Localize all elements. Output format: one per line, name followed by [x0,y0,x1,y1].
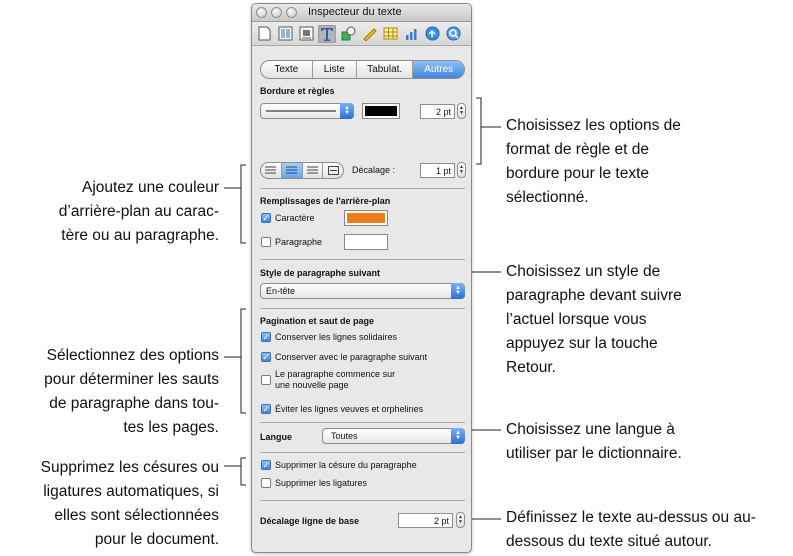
bracket-border [476,97,482,165]
link-icon[interactable] [423,25,441,43]
background-heading: Remplissages de l'arrière-plan [260,196,391,206]
border-width-stepper[interactable]: ▲ ▼ [457,103,466,119]
popup-arrows-icon: ▲ ▼ [340,103,354,119]
pagination-heading: Pagination et saut de page [260,316,375,326]
popup-arrows-icon: ▲ ▼ [451,428,465,444]
divider [260,452,465,453]
baseline-stepper[interactable]: ▲ ▼ [456,512,465,528]
divider [260,188,465,189]
widow-orphan-checkbox[interactable]: ✓ [261,404,271,414]
rule-middle-button[interactable] [281,163,303,178]
graphic-icon[interactable] [339,25,357,43]
line-style-popup[interactable]: ▲ ▼ [260,103,354,119]
inspector-tabs: Texte Liste Tabulat. Autres [260,60,465,79]
callout-hyphenation: Supprimez les césures ou ligatures autom… [40,459,219,548]
tab-tabulat[interactable]: Tabulat. [357,61,414,78]
paragraph-label: Paragraphe [275,237,323,247]
border-color-well[interactable] [362,103,400,119]
tab-autres[interactable]: Autres [413,61,464,78]
callout-next-style: Choisissez un style de paragraphe devant… [506,263,682,376]
text-icon[interactable] [318,24,336,43]
quicktime-icon[interactable] [444,25,462,43]
tab-texte[interactable]: Texte [261,61,313,78]
layout-icon[interactable] [276,25,294,43]
keep-lines-together-label: Conserver les lignes solidaires [275,332,398,342]
paragraph-checkbox[interactable] [261,237,271,247]
divider [260,308,465,309]
baseline-field[interactable]: 2 pt [398,513,453,528]
offset-stepper[interactable]: ▲ ▼ [457,162,466,178]
keep-with-next-checkbox[interactable]: ✓ [261,352,271,362]
callout-background: Ajoutez une couleur d’arrière-plan au ca… [58,179,219,244]
keep-with-next-label: Conserver avec le paragraphe suivant [275,352,428,362]
border-heading: Bordure et règles [260,86,335,96]
rule-position-buttons [260,162,344,179]
callout-pagination: Sélectionnez des options pour déterminer… [44,347,219,436]
tab-liste[interactable]: Liste [313,61,357,78]
paragraph-color-well[interactable] [344,234,388,250]
suppress-hyphenation-checkbox[interactable]: ✓ [261,460,271,470]
document-icon[interactable] [255,25,273,43]
offset-label: Décalage : [352,165,396,175]
suppress-hyphenation-label: Supprimer la césure du paragraphe [275,460,417,470]
page-break-before-label-line1: Le paragraphe commence sur [275,369,396,379]
rule-top-button[interactable] [261,163,282,178]
popup-arrows-icon: ▲ ▼ [451,283,465,299]
bracket-pagination [240,308,246,414]
baseline-label: Décalage ligne de base [260,516,360,526]
callout-baseline: Définissez le texte au-dessus ou au- des… [506,509,756,550]
close-window-button[interactable] [256,7,267,18]
divider [260,259,465,260]
rule-box-button[interactable] [323,163,343,178]
wrap-icon[interactable] [297,25,315,43]
title-bar: Inspecteur du texte [252,4,471,22]
character-color-well[interactable] [344,210,388,226]
window-title: Inspecteur du texte [308,6,402,18]
zoom-window-button[interactable] [286,7,297,18]
text-inspector-window: Inspecteur du texte Texte Liste Tabulat.… [251,3,472,553]
bracket-hyphenation [240,457,246,486]
line-style-preview [266,110,336,112]
next-style-heading: Style de paragraphe suivant [260,268,381,278]
bracket-background [240,164,246,244]
border-width-field[interactable]: 2 pt [420,104,455,119]
character-checkbox[interactable]: ✓ [261,213,271,223]
table-icon[interactable] [381,25,399,43]
divider [260,500,465,501]
callout-language: Choisissez une langue à utiliser par le … [506,421,682,462]
language-value: Toutes [331,431,358,441]
next-style-popup[interactable]: En-tête ▲ ▼ [260,283,465,299]
metrics-icon[interactable] [360,25,378,43]
inspector-toolbar [252,22,471,46]
next-style-value: En-tête [266,286,296,296]
chart-icon[interactable] [402,25,420,43]
paragraph-color-swatch [347,237,385,247]
widow-orphan-label: Éviter les lignes veuves et orphelines [275,404,424,414]
keep-lines-together-checkbox[interactable]: ✓ [261,332,271,342]
character-label: Caractère [275,213,315,223]
language-label: Langue [260,432,293,442]
page-break-before-checkbox[interactable] [261,375,271,385]
border-color-swatch [365,106,397,116]
callout-border: Choisissez les options de format de règl… [506,117,681,206]
rule-bottom-button[interactable] [303,163,324,178]
language-popup[interactable]: Toutes ▲ ▼ [322,428,465,444]
divider [260,422,465,423]
suppress-ligatures-checkbox[interactable] [261,478,271,488]
offset-field[interactable]: 1 pt [420,163,455,178]
minimize-window-button[interactable] [271,7,282,18]
suppress-ligatures-label: Supprimer les ligatures [275,478,368,488]
page-break-before-label-line2: une nouvelle page [275,380,349,390]
character-color-swatch [347,213,385,223]
